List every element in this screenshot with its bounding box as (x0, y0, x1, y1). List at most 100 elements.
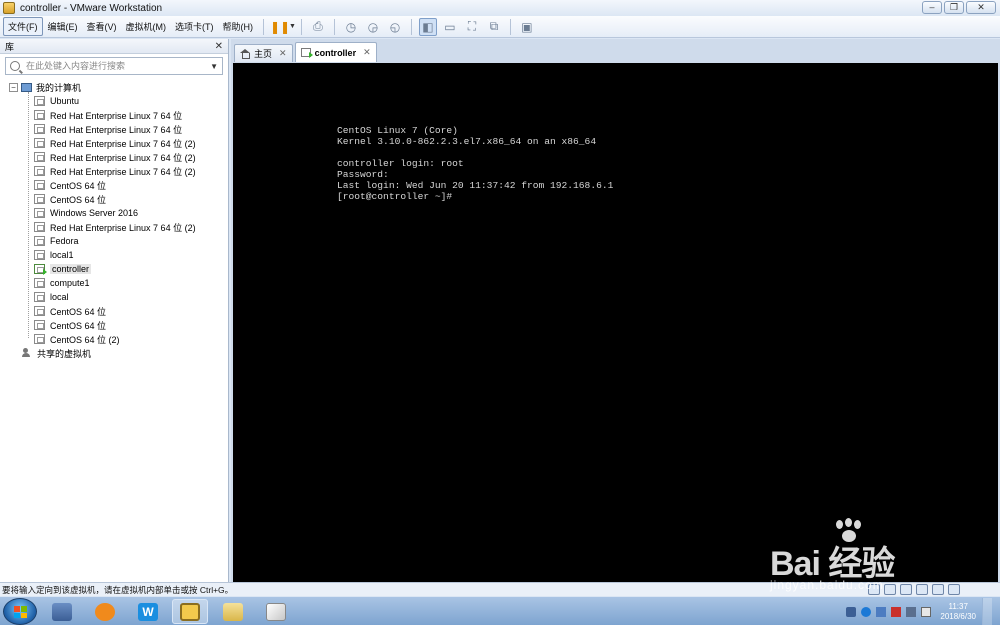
snapshot-icon[interactable]: ◷ (342, 18, 360, 36)
menu-tabs[interactable]: 选项卡(T) (171, 18, 218, 35)
vm-console[interactable]: CentOS Linux 7 (Core) Kernel 3.10.0-862.2… (233, 63, 998, 582)
status-message: 要将输入定向到该虚拟机，请在虚拟机内部单击或按 Ctrl+G。 (2, 584, 234, 595)
chevron-down-icon[interactable]: ▼ (210, 62, 218, 71)
tree-label: Windows Server 2016 (50, 208, 139, 218)
menu-edit[interactable]: 编辑(E) (44, 18, 82, 35)
taskbar-app-paint[interactable] (258, 599, 294, 624)
close-icon[interactable]: ✕ (215, 41, 223, 52)
vmware-icon (180, 602, 200, 621)
tree-node-vm[interactable]: Ubuntu (0, 94, 228, 108)
tree-node-my-computer[interactable]: − 我的计算机 (0, 80, 228, 94)
vm-icon (34, 110, 45, 120)
tree-node-vm[interactable]: CentOS 64 位 (0, 178, 228, 192)
menu-view[interactable]: 查看(V) (83, 18, 121, 35)
tray-app-icon[interactable] (876, 606, 887, 617)
search-input[interactable] (26, 61, 211, 71)
vm-icon (34, 194, 45, 204)
console-view-icon[interactable]: ▣ (518, 18, 536, 36)
home-icon (240, 49, 250, 59)
menu-file[interactable]: 文件(F) (3, 17, 43, 36)
network-adapter-icon[interactable] (900, 584, 912, 595)
sound-icon[interactable] (932, 584, 944, 595)
status-bar: 要将输入定向到该虚拟机，请在虚拟机内部单击或按 Ctrl+G。 (0, 582, 1000, 596)
clock-time: 11:37 (948, 601, 968, 611)
tree-node-vm[interactable]: Fedora (0, 234, 228, 248)
tab-home[interactable]: 主页 ✕ (234, 44, 293, 62)
vm-icon (34, 306, 45, 316)
tree-node-vm[interactable]: CentOS 64 位 (0, 192, 228, 206)
usb-icon[interactable] (916, 584, 928, 595)
hard-disk-icon[interactable] (868, 584, 880, 595)
tray-flag-icon[interactable] (906, 606, 917, 617)
tree-label: controller (50, 264, 92, 274)
library-search[interactable]: ▼ (5, 57, 223, 75)
tab-label: 主页 (254, 49, 273, 59)
cd-drive-icon[interactable] (884, 584, 896, 595)
vm-icon (34, 208, 45, 218)
taskbar-app-network[interactable] (44, 599, 80, 624)
toolbar-separator (410, 18, 412, 35)
collapse-icon[interactable]: − (9, 82, 18, 92)
console-line: controller login: root (337, 158, 464, 169)
vmware-app-icon (3, 2, 15, 14)
menu-vm[interactable]: 虚拟机(M) (122, 18, 171, 35)
console-output: CentOS Linux 7 (Core) Kernel 3.10.0-862.2… (337, 125, 613, 202)
tree-node-shared-vms[interactable]: 共享的虚拟机 (0, 346, 228, 360)
tray-help-icon[interactable] (861, 606, 872, 617)
close-button[interactable]: ✕ (966, 1, 996, 14)
tree-node-vm[interactable]: Red Hat Enterprise Linux 7 64 位 (0, 108, 228, 122)
tree-node-vm[interactable]: Windows Server 2016 (0, 206, 228, 220)
revert-snapshot-icon[interactable]: ◶ (364, 18, 382, 36)
content-area: 主页 ✕ controller ✕ CentOS Linux 7 (Core) K… (231, 39, 1000, 582)
display-icon[interactable] (948, 584, 960, 595)
tree-label: 我的计算机 (36, 82, 82, 93)
tree-node-vm[interactable]: Red Hat Enterprise Linux 7 64 位 (2) (0, 220, 228, 234)
library-title: 库 (5, 41, 15, 52)
snapshot-manager-icon[interactable]: ◵ (386, 18, 404, 36)
tree-label: Red Hat Enterprise Linux 7 64 位 (50, 124, 183, 135)
menu-help[interactable]: 帮助(H) (219, 18, 258, 35)
volume-icon[interactable] (921, 606, 932, 617)
restore-button[interactable]: ❐ (944, 1, 964, 14)
thumbnail-view-icon[interactable]: ▭ (441, 18, 459, 36)
tree-node-vm[interactable]: Red Hat Enterprise Linux 7 64 位 (2) (0, 150, 228, 164)
tree-node-vm[interactable]: compute1 (0, 276, 228, 290)
console-line: [root@controller ~]# (337, 191, 453, 202)
minimize-button[interactable]: – (922, 1, 942, 14)
taskbar-app-uc-browser[interactable] (87, 599, 123, 624)
tree-node-vm[interactable]: local1 (0, 248, 228, 262)
tray-network-icon[interactable] (846, 606, 857, 617)
tab-label: controller (314, 47, 357, 58)
tree-node-vm[interactable]: CentOS 64 位 (0, 318, 228, 332)
sidebar-view-icon[interactable]: ◧ (418, 17, 437, 36)
tree-node-vm[interactable]: controller (0, 262, 228, 276)
taskbar-app-explorer[interactable] (215, 599, 251, 624)
pause-icon[interactable]: ❚❚ (270, 18, 290, 36)
taskbar-app-vmware[interactable] (172, 599, 208, 624)
fullscreen-icon[interactable]: ⛶ (463, 18, 481, 36)
start-button[interactable] (3, 598, 37, 625)
tree-label: CentOS 64 位 (2) (50, 334, 120, 345)
vm-icon (34, 124, 45, 134)
tree-node-vm[interactable]: Red Hat Enterprise Linux 7 64 位 (2) (0, 136, 228, 150)
chevron-down-icon[interactable]: ▼ (289, 23, 296, 30)
library-panel: 库 ✕ ▼ − 我的计算机 Ubuntu Red Hat Enterprise L… (0, 39, 229, 582)
taskbar-app-wps[interactable]: W (130, 599, 166, 624)
system-clock[interactable]: 11:37 2018/6/30 (940, 602, 976, 622)
close-icon[interactable]: ✕ (363, 47, 371, 58)
unity-icon[interactable]: ⧉ (485, 18, 503, 36)
vm-running-icon (34, 264, 47, 275)
tree-node-vm[interactable]: CentOS 64 位 (0, 304, 228, 318)
tray-security-icon[interactable] (891, 606, 902, 617)
tree-node-vm[interactable]: Red Hat Enterprise Linux 7 64 位 (2) (0, 164, 228, 178)
tree-node-vm[interactable]: Red Hat Enterprise Linux 7 64 位 (0, 122, 228, 136)
vm-icon (34, 320, 45, 330)
show-desktop-button[interactable] (982, 597, 992, 625)
vm-running-icon (300, 48, 313, 58)
send-ctrl-alt-del-icon[interactable]: ⎙ (309, 18, 327, 36)
close-icon[interactable]: ✕ (279, 48, 287, 59)
console-line: Kernel 3.10.0-862.2.3.el7.x86_64 on an x… (337, 136, 597, 147)
tree-node-vm[interactable]: local (0, 290, 228, 304)
tree-node-vm[interactable]: CentOS 64 位 (2) (0, 332, 228, 346)
tab-controller[interactable]: controller ✕ (294, 42, 377, 62)
